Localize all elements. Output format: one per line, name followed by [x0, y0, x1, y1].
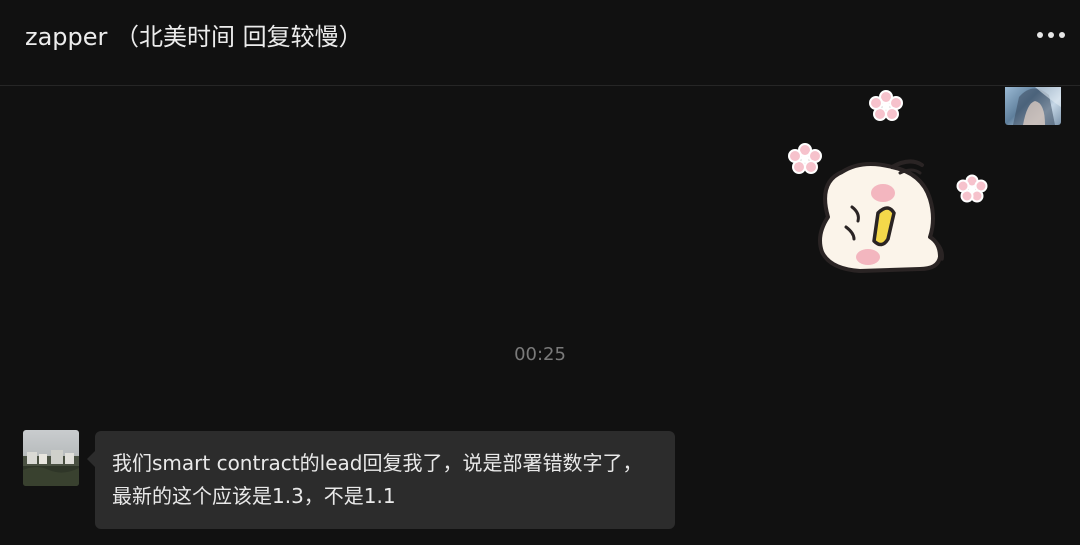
chat-window: zapper （北美时间 回复较慢） 00:25 我们smart contrac… [0, 0, 1080, 545]
self-avatar[interactable] [1005, 87, 1061, 125]
chat-title: zapper （北美时间 回复较慢） [25, 23, 363, 51]
message-timestamp: 00:25 [514, 344, 566, 365]
more-options-button[interactable] [1028, 20, 1068, 50]
sticker-chick-lying-icon [788, 90, 988, 273]
contact-avatar[interactable] [23, 430, 79, 486]
message-list[interactable]: 00:25 我们smart contract的lead回复我了，说是部署错数字了… [0, 87, 1080, 545]
flower-icon [788, 143, 822, 174]
sticker-message[interactable] [780, 87, 1000, 287]
more-dot [1059, 32, 1065, 38]
more-dot [1048, 32, 1054, 38]
self-avatar-image [1013, 87, 1061, 125]
message-text: 我们smart contract的lead回复我了，说是部署错数字了，最新的这个… [112, 451, 643, 508]
more-horizontal-icon [1037, 32, 1043, 38]
message-bubble[interactable]: 我们smart contract的lead回复我了，说是部署错数字了，最新的这个… [87, 431, 675, 529]
contact-avatar-image [23, 450, 79, 486]
chat-header: zapper （北美时间 回复较慢） [0, 0, 1080, 86]
flower-icon [956, 174, 988, 203]
flower-icon [869, 90, 903, 121]
